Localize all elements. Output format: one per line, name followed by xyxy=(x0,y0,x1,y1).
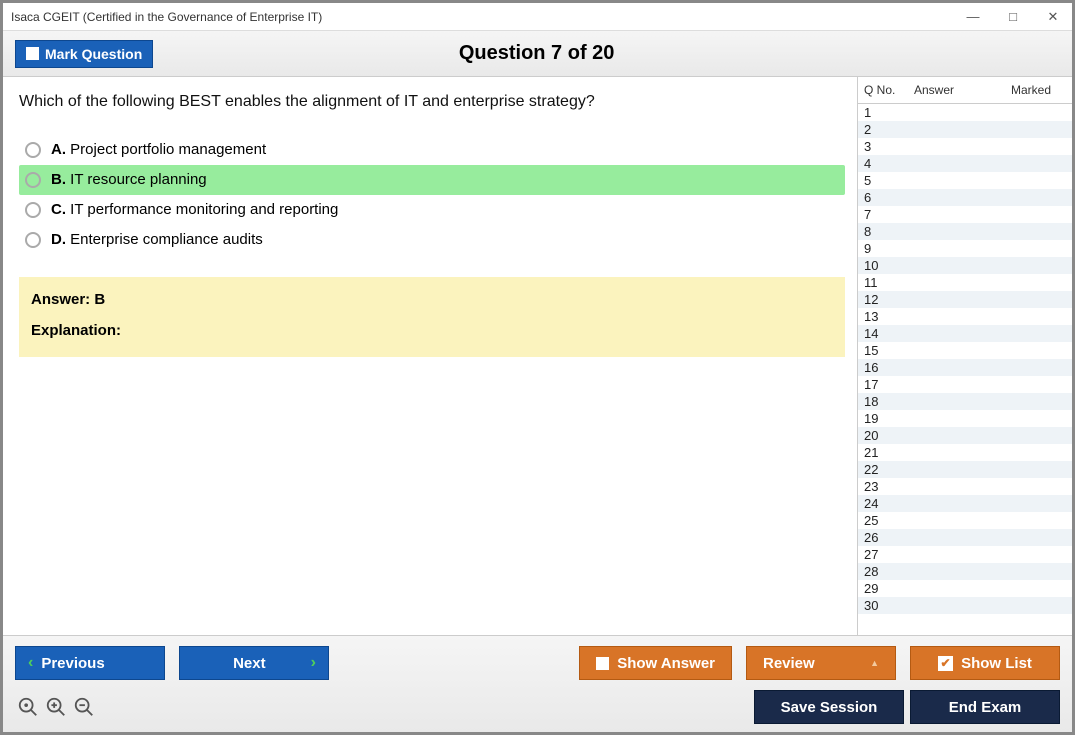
zoom-out-icon[interactable] xyxy=(73,696,95,718)
checkbox-icon xyxy=(596,657,609,670)
question-list[interactable]: 1234567891011121314151617181920212223242… xyxy=(858,103,1072,635)
question-pane: Which of the following BEST enables the … xyxy=(3,77,857,635)
question-counter: Question 7 of 20 xyxy=(153,42,920,65)
radio-icon xyxy=(25,202,41,218)
question-list-row[interactable]: 25 xyxy=(858,512,1072,529)
next-button[interactable]: Next › xyxy=(179,646,329,680)
options-list: A. Project portfolio management B. IT res… xyxy=(19,135,845,255)
chevron-right-icon: › xyxy=(311,654,316,672)
zoom-reset-icon[interactable] xyxy=(17,696,39,718)
save-session-label: Save Session xyxy=(781,699,878,716)
end-exam-label: End Exam xyxy=(949,699,1022,716)
question-list-row[interactable]: 16 xyxy=(858,359,1072,376)
show-list-label: Show List xyxy=(961,655,1032,672)
option-d[interactable]: D. Enterprise compliance audits xyxy=(19,225,845,255)
question-list-row[interactable]: 7 xyxy=(858,206,1072,223)
show-list-button[interactable]: ✔ Show List xyxy=(910,646,1060,680)
mark-question-button[interactable]: Mark Question xyxy=(15,40,153,68)
question-list-row[interactable]: 30 xyxy=(858,597,1072,614)
question-list-row[interactable]: 6 xyxy=(858,189,1072,206)
question-list-row[interactable]: 18 xyxy=(858,393,1072,410)
question-list-row[interactable]: 15 xyxy=(858,342,1072,359)
button-row-1: ‹ Previous Next › Show Answer Review ▲ ✔… xyxy=(15,646,1060,680)
answer-box: Answer: B Explanation: xyxy=(19,277,845,357)
question-list-row[interactable]: 27 xyxy=(858,546,1072,563)
question-list-row[interactable]: 24 xyxy=(858,495,1072,512)
question-list-row[interactable]: 4 xyxy=(858,155,1072,172)
dropdown-triangle-icon: ▲ xyxy=(870,658,879,668)
radio-icon xyxy=(25,142,41,158)
app-window: Isaca CGEIT (Certified in the Governance… xyxy=(0,0,1075,735)
question-list-row[interactable]: 3 xyxy=(858,138,1072,155)
checkbox-icon xyxy=(26,47,39,60)
bottom-bar: ‹ Previous Next › Show Answer Review ▲ ✔… xyxy=(3,635,1072,732)
question-list-row[interactable]: 5 xyxy=(858,172,1072,189)
explanation-label: Explanation: xyxy=(31,322,833,339)
previous-label: Previous xyxy=(41,655,104,672)
option-label: C. IT performance monitoring and reporti… xyxy=(51,201,338,219)
question-list-row[interactable]: 19 xyxy=(858,410,1072,427)
question-list-row[interactable]: 20 xyxy=(858,427,1072,444)
show-answer-button[interactable]: Show Answer xyxy=(579,646,732,680)
question-text: Which of the following BEST enables the … xyxy=(19,93,845,111)
next-label: Next xyxy=(196,655,303,672)
question-list-row[interactable]: 1 xyxy=(858,104,1072,121)
question-list-row[interactable]: 12 xyxy=(858,291,1072,308)
review-button[interactable]: Review ▲ xyxy=(746,646,896,680)
option-a[interactable]: A. Project portfolio management xyxy=(19,135,845,165)
chevron-left-icon: ‹ xyxy=(28,654,33,672)
save-session-button[interactable]: Save Session xyxy=(754,690,904,724)
question-list-row[interactable]: 22 xyxy=(858,461,1072,478)
topbar: Mark Question Question 7 of 20 xyxy=(3,31,1072,77)
option-label: A. Project portfolio management xyxy=(51,141,266,159)
question-list-row[interactable]: 9 xyxy=(858,240,1072,257)
option-label: D. Enterprise compliance audits xyxy=(51,231,263,249)
show-answer-label: Show Answer xyxy=(617,655,715,672)
mark-question-label: Mark Question xyxy=(45,46,142,62)
header-qno: Q No. xyxy=(864,83,914,97)
question-list-row[interactable]: 29 xyxy=(858,580,1072,597)
maximize-button[interactable]: □ xyxy=(1000,7,1026,27)
close-button[interactable]: ✕ xyxy=(1040,7,1066,27)
list-header: Q No. Answer Marked xyxy=(858,77,1072,103)
header-marked: Marked xyxy=(994,83,1068,97)
button-row-2: Save Session End Exam xyxy=(15,690,1060,724)
titlebar: Isaca CGEIT (Certified in the Governance… xyxy=(3,3,1072,31)
window-title: Isaca CGEIT (Certified in the Governance… xyxy=(11,10,960,24)
answer-line: Answer: B xyxy=(31,291,833,308)
question-list-row[interactable]: 23 xyxy=(858,478,1072,495)
question-list-row[interactable]: 10 xyxy=(858,257,1072,274)
question-list-row[interactable]: 11 xyxy=(858,274,1072,291)
question-list-row[interactable]: 14 xyxy=(858,325,1072,342)
checkbox-checked-icon: ✔ xyxy=(938,656,953,671)
question-list-row[interactable]: 26 xyxy=(858,529,1072,546)
question-list-row[interactable]: 21 xyxy=(858,444,1072,461)
option-b[interactable]: B. IT resource planning xyxy=(19,165,845,195)
minimize-button[interactable]: — xyxy=(960,7,986,27)
radio-icon xyxy=(25,172,41,188)
question-list-panel: Q No. Answer Marked 12345678910111213141… xyxy=(857,77,1072,635)
option-label: B. IT resource planning xyxy=(51,171,207,189)
question-list-row[interactable]: 13 xyxy=(858,308,1072,325)
radio-icon xyxy=(25,232,41,248)
option-c[interactable]: C. IT performance monitoring and reporti… xyxy=(19,195,845,225)
end-exam-button[interactable]: End Exam xyxy=(910,690,1060,724)
review-label: Review xyxy=(763,655,815,672)
question-list-row[interactable]: 28 xyxy=(858,563,1072,580)
question-list-row[interactable]: 8 xyxy=(858,223,1072,240)
question-list-row[interactable]: 2 xyxy=(858,121,1072,138)
question-list-row[interactable]: 17 xyxy=(858,376,1072,393)
window-controls: — □ ✕ xyxy=(960,7,1066,27)
header-answer: Answer xyxy=(914,83,994,97)
zoom-in-icon[interactable] xyxy=(45,696,67,718)
previous-button[interactable]: ‹ Previous xyxy=(15,646,165,680)
main-area: Which of the following BEST enables the … xyxy=(3,77,1072,635)
